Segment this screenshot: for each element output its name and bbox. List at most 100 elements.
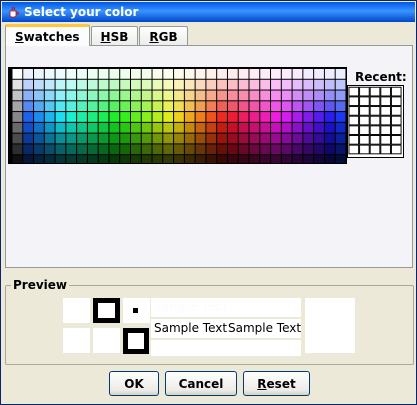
swatch-cell[interactable] xyxy=(44,144,55,155)
swatch-cell[interactable] xyxy=(66,133,77,144)
swatch-cell[interactable] xyxy=(141,68,152,79)
swatch-cell[interactable] xyxy=(195,79,206,90)
swatch-cell[interactable] xyxy=(324,79,335,90)
swatch-cell[interactable] xyxy=(152,144,163,155)
swatch-cell[interactable] xyxy=(66,68,77,79)
swatch-cell[interactable] xyxy=(303,79,314,90)
recent-swatch-cell[interactable] xyxy=(359,135,370,145)
swatch-cell[interactable] xyxy=(55,79,66,90)
swatch-cell[interactable] xyxy=(249,68,260,79)
swatch-cell[interactable] xyxy=(109,155,120,164)
swatch-cell[interactable] xyxy=(184,101,195,112)
swatch-cell[interactable] xyxy=(195,144,206,155)
recent-swatch-cell[interactable] xyxy=(348,135,360,145)
swatch-cell[interactable] xyxy=(260,68,271,79)
recent-swatch-cell[interactable] xyxy=(348,125,360,136)
swatch-cell[interactable] xyxy=(227,90,238,101)
swatch-cell[interactable] xyxy=(87,68,98,79)
recent-swatch-cell[interactable] xyxy=(348,115,360,126)
swatch-cell[interactable] xyxy=(130,79,141,90)
swatch-cell[interactable] xyxy=(152,155,163,164)
swatch-cell[interactable] xyxy=(260,155,271,164)
swatch-cell[interactable] xyxy=(163,144,174,155)
swatch-cell[interactable] xyxy=(55,112,66,122)
swatch-cell[interactable] xyxy=(281,79,292,90)
tab-swatches[interactable]: Swatches xyxy=(5,24,90,46)
swatch-cell[interactable] xyxy=(55,122,66,133)
swatch-cell[interactable] xyxy=(152,122,163,133)
swatch-cell[interactable] xyxy=(23,112,34,122)
swatch-cell[interactable] xyxy=(314,144,324,155)
swatch-cell[interactable] xyxy=(87,79,98,90)
swatch-cell[interactable] xyxy=(324,101,335,112)
swatch-cell[interactable] xyxy=(163,68,174,79)
swatch-cell[interactable] xyxy=(206,79,217,90)
recent-swatch-cell[interactable] xyxy=(390,125,402,136)
swatch-cell[interactable] xyxy=(195,101,206,112)
recent-swatch-cell[interactable] xyxy=(359,96,370,107)
swatch-cell[interactable] xyxy=(238,112,249,122)
swatch-cell[interactable] xyxy=(34,90,44,101)
swatch-cell[interactable] xyxy=(120,155,130,164)
swatch-cell[interactable] xyxy=(109,144,120,155)
ok-button[interactable]: OK xyxy=(109,371,159,396)
swatch-cell[interactable] xyxy=(303,144,314,155)
recent-swatch-cell[interactable] xyxy=(380,144,391,155)
recent-swatch-cell[interactable] xyxy=(359,144,370,155)
swatch-cell[interactable] xyxy=(98,112,109,122)
swatch-cell[interactable] xyxy=(34,122,44,133)
tab-rgb[interactable]: R GB xyxy=(139,26,188,46)
swatch-cell[interactable] xyxy=(174,133,184,144)
swatch-cell[interactable] xyxy=(184,112,195,122)
title-bar[interactable]: Select your color xyxy=(2,2,415,22)
swatch-cell[interactable] xyxy=(195,122,206,133)
swatch-cell[interactable] xyxy=(260,133,271,144)
swatch-cell[interactable] xyxy=(174,122,184,133)
recent-swatch-cell[interactable] xyxy=(369,125,381,136)
swatch-cell[interactable] xyxy=(314,133,324,144)
swatch-cell[interactable] xyxy=(34,68,44,79)
swatch-cell[interactable] xyxy=(12,68,23,79)
swatch-cell[interactable] xyxy=(120,79,130,90)
swatch-cell[interactable] xyxy=(238,101,249,112)
swatch-cell[interactable] xyxy=(217,155,227,164)
swatch-cell[interactable] xyxy=(12,112,23,122)
swatch-cell[interactable] xyxy=(238,133,249,144)
swatch-cell[interactable] xyxy=(238,79,249,90)
swatch-cell[interactable] xyxy=(281,144,292,155)
recent-swatch-cell[interactable] xyxy=(359,106,370,116)
swatch-cell[interactable] xyxy=(34,155,44,164)
swatch-cell[interactable] xyxy=(303,90,314,101)
swatch-cell[interactable] xyxy=(152,79,163,90)
swatch-cell[interactable] xyxy=(66,144,77,155)
swatch-cell[interactable] xyxy=(120,144,130,155)
swatch-cell[interactable] xyxy=(109,101,120,112)
swatch-cell[interactable] xyxy=(152,90,163,101)
swatch-cell[interactable] xyxy=(249,122,260,133)
recent-swatch-cell[interactable] xyxy=(359,125,370,136)
swatch-cell[interactable] xyxy=(271,144,281,155)
swatch-cell[interactable] xyxy=(163,133,174,144)
swatch-cell[interactable] xyxy=(314,101,324,112)
swatch-cell[interactable] xyxy=(163,122,174,133)
swatch-cell[interactable] xyxy=(66,155,77,164)
swatch-cell[interactable] xyxy=(77,133,87,144)
swatch-cell[interactable] xyxy=(55,133,66,144)
recent-swatch-cell[interactable] xyxy=(348,96,360,107)
swatch-cell[interactable] xyxy=(292,155,303,164)
swatch-cell[interactable] xyxy=(271,112,281,122)
swatch-cell[interactable] xyxy=(130,68,141,79)
swatch-cell[interactable] xyxy=(292,101,303,112)
swatch-cell[interactable] xyxy=(98,79,109,90)
swatch-cell[interactable] xyxy=(271,122,281,133)
recent-swatch-cell[interactable] xyxy=(380,106,391,116)
swatch-cell[interactable] xyxy=(66,122,77,133)
swatch-cell[interactable] xyxy=(324,133,335,144)
recent-swatch-cell[interactable] xyxy=(380,135,391,145)
swatch-cell[interactable] xyxy=(217,112,227,122)
swatch-cell[interactable] xyxy=(238,144,249,155)
swatch-cell[interactable] xyxy=(120,122,130,133)
swatch-cell[interactable] xyxy=(281,101,292,112)
swatch-cell[interactable] xyxy=(227,79,238,90)
swatch-cell[interactable] xyxy=(260,90,271,101)
